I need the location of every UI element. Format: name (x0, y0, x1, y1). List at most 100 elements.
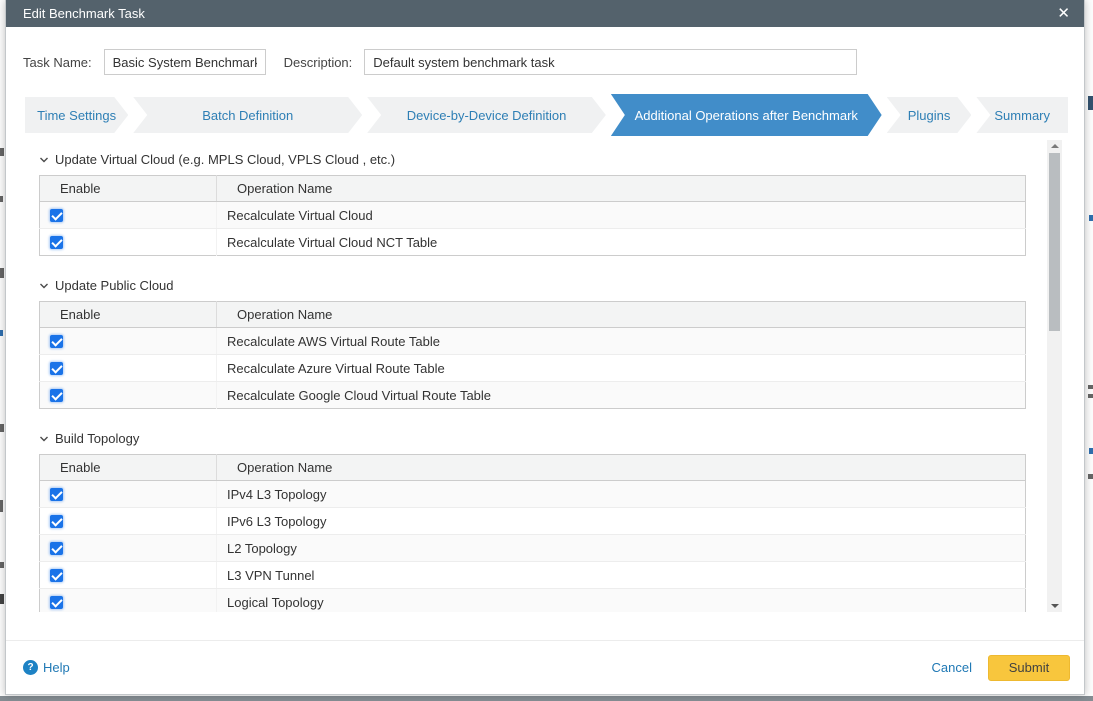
enable-checkbox-checked[interactable] (50, 542, 63, 555)
enable-checkbox-checked[interactable] (50, 596, 63, 609)
column-header-operation-name: Operation Name (217, 176, 1026, 202)
table-row: Recalculate Google Cloud Virtual Route T… (40, 382, 1026, 409)
enable-cell (40, 328, 217, 355)
tab-batch-definition[interactable]: Batch Definition (133, 97, 362, 133)
column-header-enable: Enable (40, 302, 217, 328)
enable-cell (40, 535, 217, 562)
operation-name-cell: L3 VPN Tunnel (217, 562, 1026, 589)
enable-cell (40, 481, 217, 508)
scrollbar[interactable] (1047, 140, 1062, 612)
enable-cell (40, 355, 217, 382)
tab-plugins[interactable]: Plugins (887, 97, 972, 133)
task-form-row: Task Name: Description: (6, 27, 1084, 97)
table-row: Recalculate Azure Virtual Route Table (40, 355, 1026, 382)
backdrop-artifact (1088, 474, 1093, 479)
operation-name-cell: Recalculate AWS Virtual Route Table (217, 328, 1026, 355)
section-collapse-header[interactable]: Update Virtual Cloud (e.g. MPLS Cloud, V… (39, 152, 1026, 167)
help-link[interactable]: ? Help (23, 660, 70, 675)
help-label: Help (43, 660, 70, 675)
help-question-icon: ? (23, 660, 38, 675)
backdrop-artifact (0, 594, 4, 604)
operation-name-cell: IPv4 L3 Topology (217, 481, 1026, 508)
dialog-title: Edit Benchmark Task (23, 6, 145, 21)
backdrop-artifact (0, 562, 4, 568)
backdrop-artifact (0, 330, 3, 336)
window-bottom-edge (0, 696, 1093, 701)
section-collapse-header[interactable]: Update Public Cloud (39, 278, 1026, 293)
submit-button[interactable]: Submit (988, 655, 1070, 681)
section-title: Build Topology (55, 431, 139, 446)
table-row: IPv4 L3 Topology (40, 481, 1026, 508)
operation-name-cell: Logical Topology (217, 589, 1026, 613)
section-update-virtual-cloud-e-g-mpls-cloud-vpls-cloud-etc: Update Virtual Cloud (e.g. MPLS Cloud, V… (39, 152, 1026, 256)
enable-checkbox-checked[interactable] (50, 488, 63, 501)
section-collapse-header[interactable]: Build Topology (39, 431, 1026, 446)
enable-checkbox-checked[interactable] (50, 236, 63, 249)
operation-name-cell: IPv6 L3 Topology (217, 508, 1026, 535)
backdrop-artifact (1089, 215, 1093, 221)
enable-checkbox-checked[interactable] (50, 569, 63, 582)
operation-name-cell: Recalculate Google Cloud Virtual Route T… (217, 382, 1026, 409)
description-input[interactable] (364, 49, 857, 75)
page-behind-modal: Edit Benchmark Task ✕ Task Name: Descrip… (0, 0, 1093, 701)
table-row: L2 Topology (40, 535, 1026, 562)
enable-cell (40, 229, 217, 256)
edit-benchmark-task-dialog: Edit Benchmark Task ✕ Task Name: Descrip… (5, 0, 1085, 695)
enable-checkbox-checked[interactable] (50, 335, 63, 348)
enable-cell (40, 382, 217, 409)
enable-cell (40, 508, 217, 535)
operations-content: Update Virtual Cloud (e.g. MPLS Cloud, V… (25, 140, 1062, 612)
backdrop-artifact (1088, 385, 1093, 389)
operations-table: EnableOperation NameIPv4 L3 TopologyIPv6… (39, 454, 1026, 612)
close-icon[interactable]: ✕ (1057, 6, 1070, 21)
operation-name-cell: Recalculate Virtual Cloud NCT Table (217, 229, 1026, 256)
table-row: IPv6 L3 Topology (40, 508, 1026, 535)
backdrop-artifact (1088, 394, 1093, 398)
backdrop-artifact (0, 196, 3, 202)
enable-checkbox-checked[interactable] (50, 389, 63, 402)
table-row: Recalculate Virtual Cloud (40, 202, 1026, 229)
enable-cell (40, 562, 217, 589)
backdrop-artifact (0, 424, 4, 432)
tab-additional-operations-after-benchmark[interactable]: Additional Operations after Benchmark (611, 94, 882, 136)
chevron-down-icon (39, 155, 49, 165)
tab-time-settings[interactable]: Time Settings (25, 97, 128, 133)
operation-name-cell: Recalculate Azure Virtual Route Table (217, 355, 1026, 382)
chevron-down-icon (39, 281, 49, 291)
section-build-topology: Build Topology EnableOperation NameIPv4 L… (39, 431, 1026, 612)
enable-checkbox-checked[interactable] (50, 209, 63, 222)
table-row: Logical Topology (40, 589, 1026, 613)
enable-checkbox-checked[interactable] (50, 362, 63, 375)
table-row: Recalculate Virtual Cloud NCT Table (40, 229, 1026, 256)
scrollbar-thumb[interactable] (1049, 153, 1060, 331)
section-update-public-cloud: Update Public CloudEnableOperation NameR… (39, 278, 1026, 409)
section-title: Update Public Cloud (55, 278, 174, 293)
operations-table: EnableOperation NameRecalculate AWS Virt… (39, 301, 1026, 409)
operation-name-cell: Recalculate Virtual Cloud (217, 202, 1026, 229)
tab-summary[interactable]: Summary (976, 97, 1068, 133)
table-row: Recalculate AWS Virtual Route Table (40, 328, 1026, 355)
task-name-input[interactable] (104, 49, 266, 75)
column-header-operation-name: Operation Name (217, 302, 1026, 328)
section-title: Update Virtual Cloud (e.g. MPLS Cloud, V… (55, 152, 395, 167)
backdrop-artifact (0, 268, 4, 278)
column-header-enable: Enable (40, 176, 217, 202)
column-header-operation-name: Operation Name (217, 455, 1026, 481)
backdrop-artifact (0, 500, 3, 512)
backdrop-artifact (1088, 96, 1093, 110)
operations-table: EnableOperation NameRecalculate Virtual … (39, 175, 1026, 256)
table-row: L3 VPN Tunnel (40, 562, 1026, 589)
wizard-tab-bar: Time SettingsBatch DefinitionDevice-by-D… (25, 97, 1068, 133)
scroll-up-icon[interactable] (1051, 144, 1059, 148)
enable-checkbox-checked[interactable] (50, 515, 63, 528)
cancel-button[interactable]: Cancel (932, 660, 972, 675)
backdrop-artifact (0, 148, 4, 156)
enable-cell (40, 202, 217, 229)
chevron-down-icon (39, 434, 49, 444)
column-header-enable: Enable (40, 455, 217, 481)
sections-container: Update Virtual Cloud (e.g. MPLS Cloud, V… (25, 152, 1062, 612)
description-label: Description: (284, 55, 353, 70)
dialog-footer: ? Help Cancel Submit (6, 640, 1084, 694)
scroll-down-icon[interactable] (1051, 604, 1059, 608)
tab-device-by-device-definition[interactable]: Device-by-Device Definition (367, 97, 606, 133)
